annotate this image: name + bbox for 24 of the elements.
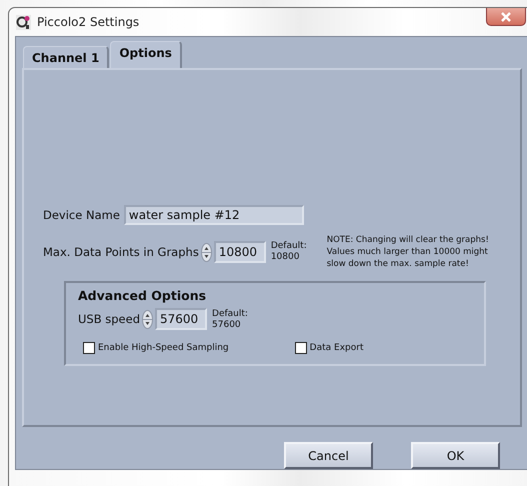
number-field[interactable]: 10800 [214, 241, 266, 263]
note-text: NOTE: Changing will clear the graphs! Values much larger than 10000 might slow down the max. sample rate! [326, 234, 489, 270]
dialog-button[interactable]: Cancel [284, 442, 373, 469]
default-value-text: Default: 57600 [212, 309, 248, 331]
spinner-arrows[interactable] [142, 310, 154, 328]
default-value-text: Default: 10800 [270, 241, 307, 263]
close-icon [500, 12, 512, 22]
field-label: Max. Data Points in Graphs [43, 245, 199, 259]
device-name-field[interactable]: water sample #12 [124, 205, 304, 225]
tab[interactable]: Channel 1 [23, 46, 110, 68]
number-field[interactable]: 57600 [155, 308, 208, 330]
tab[interactable]: Options [110, 41, 182, 68]
app-logo-icon [16, 14, 31, 30]
window-title: Piccolo2 Settings [37, 15, 140, 29]
dialog-button[interactable]: OK [411, 442, 500, 469]
checkbox-label: Data Export [310, 343, 364, 353]
field-label: Device Name [43, 208, 120, 222]
checkbox-label: Enable High-Speed Sampling [98, 343, 229, 353]
field-label: USB speed [78, 312, 140, 326]
close-button[interactable] [486, 8, 526, 26]
spinner-arrows[interactable] [200, 242, 212, 262]
checkbox[interactable] [294, 342, 307, 354]
group-title: Advanced Options [78, 288, 208, 303]
checkbox[interactable] [83, 342, 95, 354]
